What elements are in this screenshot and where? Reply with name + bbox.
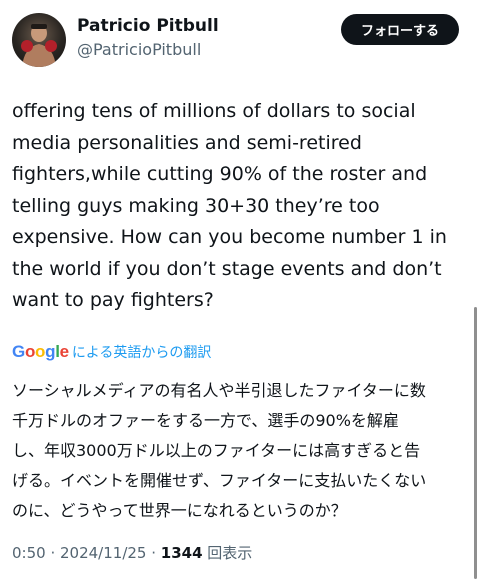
tweet-date[interactable]: 2024/11/25 xyxy=(60,544,146,562)
translated-tweet-text: ソーシャルメディアの有名人や半引退したファイターに数 千万ドルのオファーをする一… xyxy=(12,381,427,520)
tweet-header: Patricio Pitbull @PatricioPitbull フォローする xyxy=(0,0,480,80)
tweet-time[interactable]: 0:50 xyxy=(12,544,46,562)
meta-separator: · xyxy=(45,544,60,562)
avatar[interactable] xyxy=(12,13,66,67)
scrollbar[interactable] xyxy=(474,307,477,579)
username-handle[interactable]: @PatricioPitbull xyxy=(77,40,201,59)
tweet-text: offering tens of millions of dollars to … xyxy=(12,100,447,311)
views-count: 1344 xyxy=(160,544,203,562)
tweet-metadata: 0:50 · 2024/11/25 · 1344 回表示 xyxy=(12,542,252,563)
views-label: 回表示 xyxy=(202,544,253,562)
google-logo-letter: g xyxy=(45,342,56,361)
google-logo-letter: o xyxy=(24,342,36,361)
display-name[interactable]: Patricio Pitbull xyxy=(77,16,219,36)
follow-button[interactable]: フォローする xyxy=(341,14,459,45)
google-logo: Google xyxy=(12,342,69,362)
translation-attribution[interactable]: Google による英語からの翻訳 xyxy=(12,341,211,363)
google-logo-letter: G xyxy=(12,342,25,361)
fighter-avatar-icon xyxy=(21,24,57,67)
meta-separator: · xyxy=(146,544,161,562)
google-logo-letter: o xyxy=(35,342,46,361)
translation-label[interactable]: による英語からの翻訳 xyxy=(72,342,212,362)
google-logo-letter: e xyxy=(59,342,69,361)
